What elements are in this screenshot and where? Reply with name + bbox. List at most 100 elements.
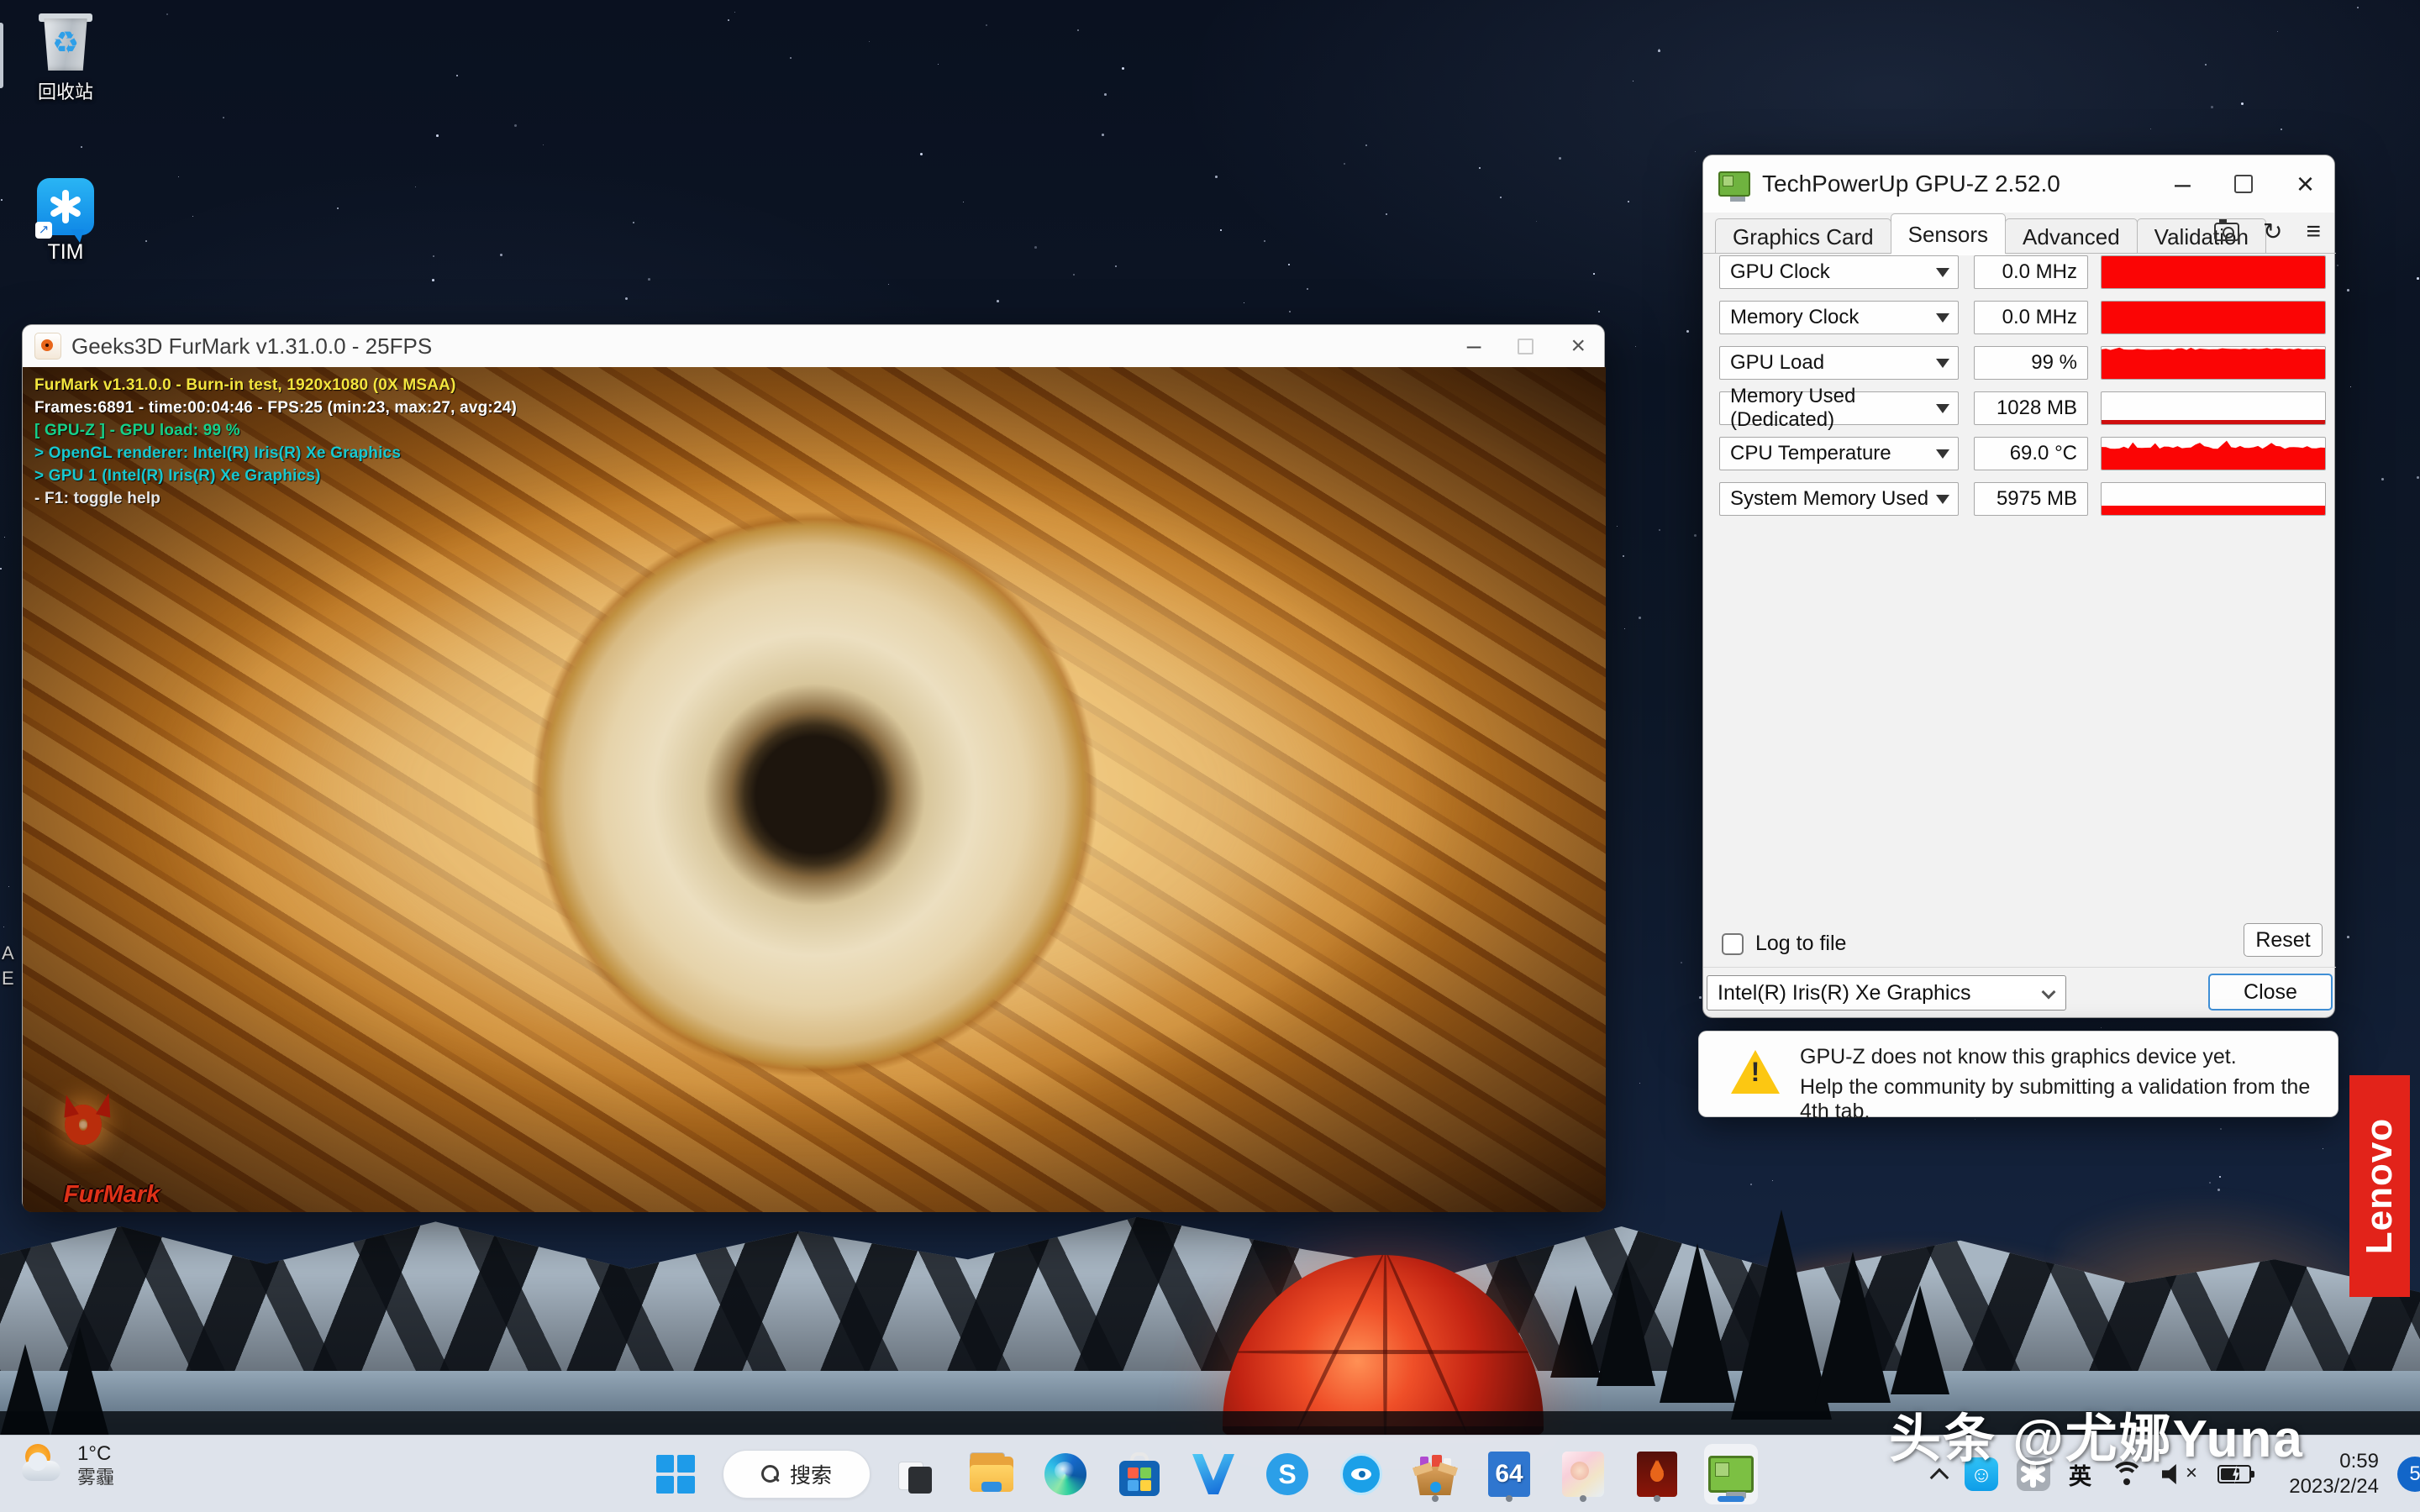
furmark-minimize-button[interactable]: – (1467, 332, 1481, 360)
taskbar-item-anime-app[interactable] (1556, 1444, 1610, 1504)
taskbar-item-file-explorer[interactable] (965, 1444, 1018, 1504)
sensor-label-text: Memory Used (Dedicated) (1730, 385, 1958, 432)
sensor-graph (2101, 391, 2326, 425)
furmark-close-button[interactable]: × (1570, 332, 1586, 360)
search-label: 搜索 (790, 1459, 832, 1489)
osd-line-5: - F1: toggle help (34, 487, 517, 510)
log-to-file-checkbox[interactable] (1722, 933, 1744, 955)
weather-widget[interactable]: 1°C 雾霾 (20, 1442, 114, 1489)
star (2381, 478, 2384, 480)
device-dropdown-value: Intel(R) Iris(R) Xe Graphics (1718, 981, 1970, 1005)
lenovo-text: Lenovo (2359, 1118, 2401, 1254)
refresh-icon[interactable]: ↻ (2263, 220, 2282, 244)
taskbar-item-furmark-app[interactable] (1630, 1444, 1684, 1504)
sensor-label-dropdown[interactable]: System Memory Used (1719, 482, 1959, 516)
gpuz-app-icon (1708, 1456, 1754, 1493)
taskbar-item-edge-browser[interactable] (1039, 1444, 1092, 1504)
star (500, 254, 502, 256)
gpuz-close-button[interactable]: × (2296, 166, 2314, 202)
watermark-text: 头条 @尤娜Yuna (1889, 1396, 2304, 1472)
gpuz-minimize-button[interactable]: – (2175, 168, 2191, 201)
running-indicator (1580, 1495, 1586, 1502)
star (433, 255, 434, 257)
star (888, 284, 889, 285)
sensor-label-dropdown[interactable]: CPU Temperature (1719, 437, 1959, 470)
gpuz-maximize-button[interactable] (2234, 175, 2253, 193)
taskbar-item-package-app[interactable] (1408, 1444, 1462, 1504)
sensor-graph (2101, 346, 2326, 380)
search-box[interactable]: 搜索 (723, 1450, 871, 1499)
sensor-label-dropdown[interactable]: GPU Clock (1719, 255, 1959, 289)
dropdown-arrow-icon (1936, 359, 1949, 368)
sensor-label-text: CPU Temperature (1730, 442, 1891, 465)
lenovo-banner: Lenovo (2349, 1075, 2410, 1297)
dropdown-arrow-icon (1936, 404, 1949, 413)
taskbar-item-v-app[interactable] (1186, 1444, 1240, 1504)
star (2417, 476, 2419, 479)
star (920, 153, 923, 155)
taskbar-item-gpuz-app[interactable] (1704, 1444, 1758, 1504)
osd-line-4: > GPU 1 (Intel(R) Iris(R) Xe Graphics) (34, 465, 517, 487)
close-button[interactable]: Close (2208, 974, 2333, 1011)
weather-temp: 1°C (77, 1442, 114, 1466)
sensor-label-text: System Memory Used (1730, 487, 1928, 511)
desktop-icon-recycle-bin[interactable]: ♻ 回收站 (15, 12, 116, 104)
sensor-graph (2101, 255, 2326, 289)
star (1628, 201, 1629, 202)
offscreen-window-sliver (0, 23, 3, 88)
sensor-row-memory-clock: Memory Clock 0.0 MHz (1719, 301, 2326, 334)
star (2101, 1027, 2102, 1028)
dropdown-arrow-icon (1936, 495, 1949, 504)
star (1681, 962, 1682, 963)
star (145, 240, 147, 242)
start-button[interactable] (649, 1444, 702, 1504)
s-app-icon: S (1266, 1453, 1308, 1495)
sensor-value: 0.0 MHz (1974, 301, 2088, 334)
sensor-graph (2101, 301, 2326, 334)
partial-icon-label-e: E (2, 968, 14, 990)
microsoft-store-icon (1119, 1452, 1160, 1496)
tab-graphics-card[interactable]: Graphics Card (1715, 218, 1891, 254)
tab-sensors[interactable]: Sensors (1891, 213, 2006, 254)
furmark-window-title: Geeks3D FurMark v1.31.0.0 - 25FPS (71, 333, 432, 360)
reset-button[interactable]: Reset (2244, 923, 2323, 957)
sensor-label-dropdown[interactable]: Memory Used (Dedicated) (1719, 391, 1959, 425)
gpuz-titlebar[interactable]: TechPowerUp GPU-Z 2.52.0 – × (1703, 155, 2334, 213)
gpuz-warning-panel: GPU-Z does not know this graphics device… (1698, 1031, 2338, 1117)
sensor-label-dropdown[interactable]: Memory Clock (1719, 301, 1959, 334)
dropdown-arrow-icon (1936, 313, 1949, 323)
taskbar-item-microsoft-store[interactable] (1113, 1444, 1166, 1504)
screenshot-camera-icon[interactable] (2214, 223, 2239, 241)
warning-line2: Help the community by submitting a valid… (1800, 1075, 2338, 1124)
menu-icon[interactable]: ≡ (2306, 219, 2321, 244)
star (1, 199, 3, 201)
taskbar-item-s-app[interactable]: S (1260, 1444, 1314, 1504)
star (456, 75, 458, 76)
desktop-icon-tim[interactable]: ↗ TIM (15, 178, 116, 265)
furmark-titlebar[interactable]: Geeks3D FurMark v1.31.0.0 - 25FPS – × (23, 325, 1604, 367)
tim-icon: ↗ (37, 178, 94, 235)
tab-advanced[interactable]: Advanced (2005, 218, 2138, 254)
osd-line-1: Frames:6891 - time:00:04:46 - FPS:25 (mi… (34, 396, 517, 419)
anime-app-icon (1562, 1452, 1604, 1497)
sensor-label-text: GPU Load (1730, 351, 1824, 375)
star (1658, 50, 1660, 52)
task-view-icon (897, 1453, 939, 1495)
star (0, 568, 2, 570)
taskbar-item-task-view[interactable] (891, 1444, 944, 1504)
star (1289, 311, 1291, 312)
shortcut-arrow-icon: ↗ (35, 222, 52, 239)
notification-badge[interactable]: 5 (2397, 1457, 2420, 1492)
furmark-maximize-button[interactable] (1518, 339, 1534, 354)
furmark-app-icon (34, 333, 61, 360)
star (1593, 273, 1595, 275)
osd-line-0: FurMark v1.31.0.0 - Burn-in test, 1920x1… (34, 374, 517, 396)
recycle-bin-icon: ♻ (39, 12, 92, 72)
chevron-down-icon (2042, 985, 2056, 1000)
taskbar-item-eye-app[interactable] (1334, 1444, 1388, 1504)
taskbar-item-cpuz-64[interactable]: 64 (1482, 1444, 1536, 1504)
device-dropdown[interactable]: Intel(R) Iris(R) Xe Graphics (1707, 975, 2066, 1011)
star (734, 12, 735, 13)
sensor-label-dropdown[interactable]: GPU Load (1719, 346, 1959, 380)
star (2417, 277, 2419, 280)
